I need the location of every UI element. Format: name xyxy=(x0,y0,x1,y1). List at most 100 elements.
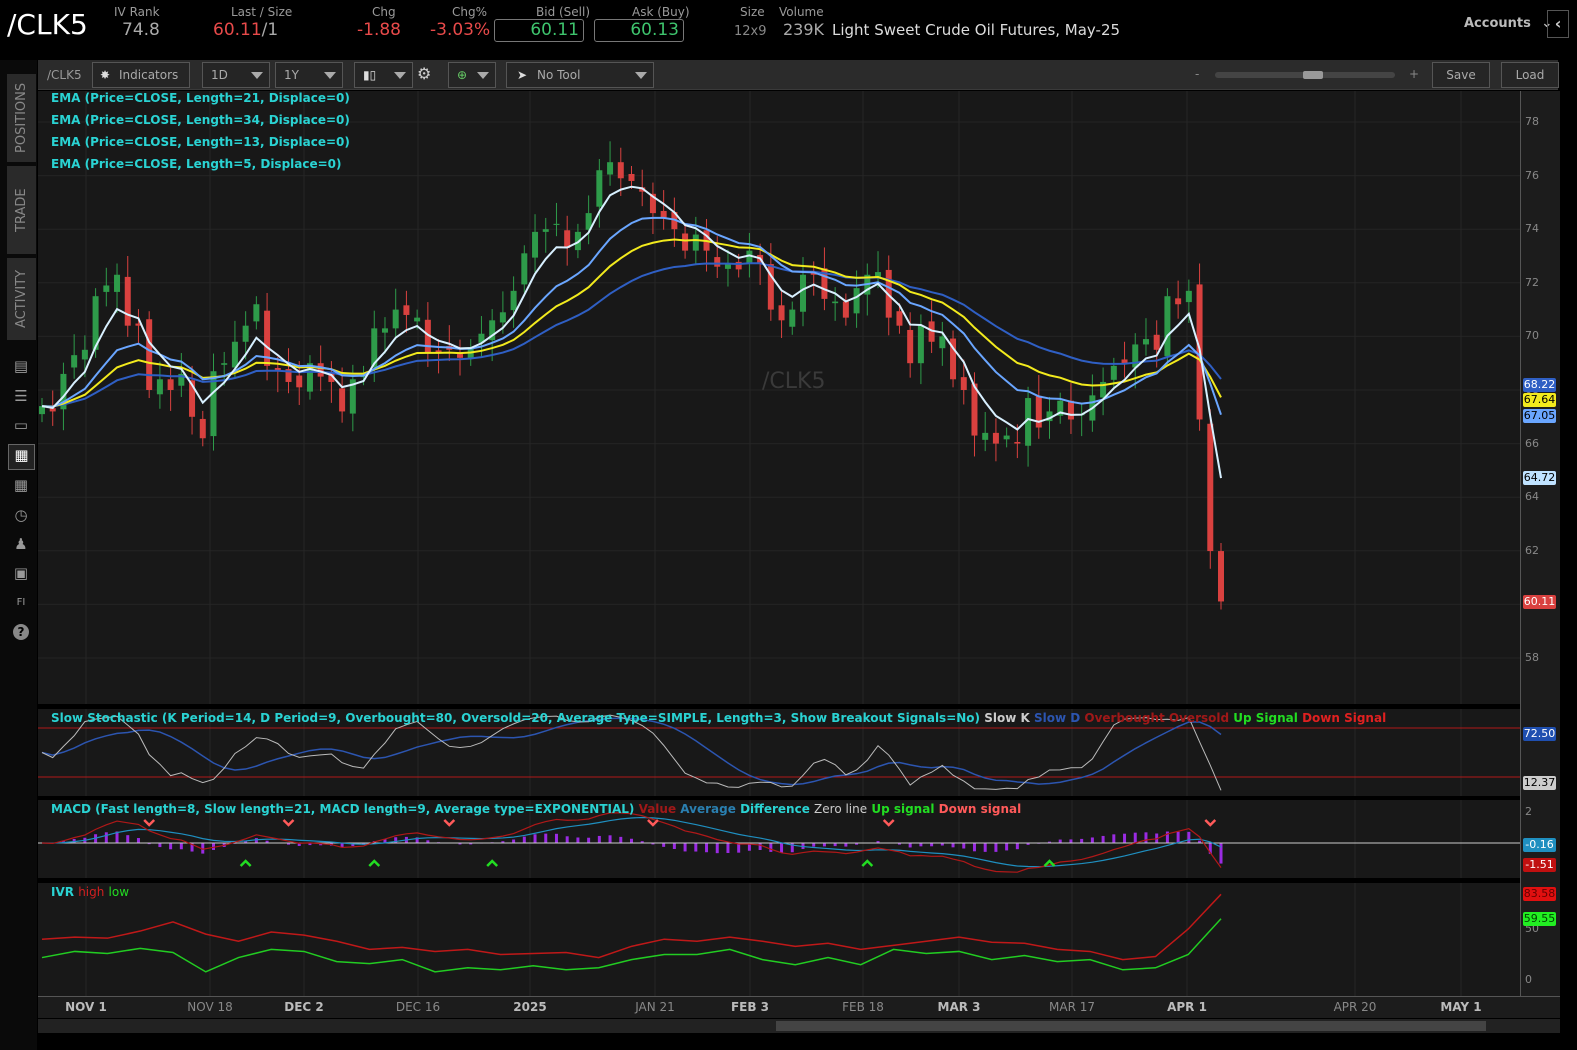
legend-oversold: Oversold xyxy=(1168,711,1230,725)
legend-ema34[interactable]: EMA (Price=CLOSE, Length=34, Displace=0) xyxy=(51,113,350,127)
candle-body xyxy=(853,288,860,314)
legend-down-signal: Down Signal xyxy=(1302,711,1387,725)
candle-body xyxy=(714,257,721,267)
legend-slow-d: Slow D xyxy=(1033,711,1081,725)
candle-body xyxy=(71,355,78,368)
down-signal-arrow xyxy=(143,819,156,827)
date-label: NOV 18 xyxy=(187,1000,233,1014)
candle-body xyxy=(939,336,946,349)
ivr-tick-0: 0 xyxy=(1525,973,1532,986)
date-label: MAY 1 xyxy=(1440,1000,1482,1014)
slow-k-tag: 12.37 xyxy=(1523,776,1556,790)
down-signal-arrow xyxy=(882,819,895,827)
candle-body xyxy=(778,305,785,321)
down-signal-arrow xyxy=(443,819,456,827)
candle-body xyxy=(960,377,967,390)
up-signal-arrow xyxy=(861,859,874,867)
legend-ema5[interactable]: EMA (Price=CLOSE, Length=5, Displace=0) xyxy=(51,157,342,171)
ema5-last-tag: 64.72 xyxy=(1523,471,1556,485)
ema34-line xyxy=(41,262,1222,408)
candle-body xyxy=(896,311,903,326)
candle-body xyxy=(103,285,110,292)
candle-body xyxy=(682,233,689,251)
symbol-watermark: /CLK5 xyxy=(762,369,826,394)
candle-body xyxy=(628,173,635,181)
legend-up-signal: Up signal xyxy=(871,802,935,816)
candle-body xyxy=(317,363,324,377)
candle-body xyxy=(617,162,624,179)
candle-body xyxy=(917,325,924,364)
candle-body xyxy=(542,229,549,232)
candle-body xyxy=(1132,344,1139,368)
up-signal-arrow xyxy=(368,859,381,867)
price-tick: 74 xyxy=(1525,222,1539,236)
date-label: MAR 3 xyxy=(937,1000,981,1014)
candle-body xyxy=(403,305,410,315)
ivr-low-line xyxy=(41,918,1222,973)
candle-body xyxy=(1164,296,1171,357)
date-label: FEB 18 xyxy=(842,1000,884,1014)
date-label: 2025 xyxy=(513,1000,547,1014)
slow-d-tag: 72.50 xyxy=(1523,727,1556,741)
legend-stochastic[interactable]: Slow Stochastic (K Period=14, D Period=9… xyxy=(51,711,1386,725)
candle-body xyxy=(114,274,121,292)
candle-body xyxy=(167,379,174,390)
candle-body xyxy=(499,312,506,323)
ivr-high-tag: 83.58 xyxy=(1523,887,1556,901)
candle-body xyxy=(124,276,131,326)
ema13-last-tag: 67.05 xyxy=(1523,409,1556,423)
date-label: JAN 21 xyxy=(635,1000,675,1014)
candle-body xyxy=(392,309,399,329)
price-tick: 78 xyxy=(1525,115,1539,128)
macd-average-tag: -0.16 xyxy=(1523,838,1556,852)
date-label: APR 1 xyxy=(1167,1000,1207,1014)
candle-body xyxy=(564,230,571,248)
date-label: MAR 17 xyxy=(1049,1000,1095,1014)
down-signal-arrow xyxy=(1204,819,1217,827)
legend-low: low xyxy=(108,885,130,899)
date-label: DEC 16 xyxy=(395,1000,441,1014)
candle-body xyxy=(231,341,238,368)
legend-ema21[interactable]: EMA (Price=CLOSE, Length=21, Displace=0) xyxy=(51,91,350,105)
date-label: APR 20 xyxy=(1333,1000,1377,1014)
legend-average: Average xyxy=(680,802,736,816)
legend-ema13[interactable]: EMA (Price=CLOSE, Length=13, Displace=0) xyxy=(51,135,350,149)
down-signal-arrow xyxy=(647,819,659,827)
macd-title: MACD (Fast length=8, Slow length=21, MAC… xyxy=(51,802,635,816)
legend-macd[interactable]: MACD (Fast length=8, Slow length=21, MAC… xyxy=(51,802,1021,816)
up-signal-arrow xyxy=(486,859,499,867)
ema21-last-tag: 67.64 xyxy=(1523,393,1556,407)
ema5-line xyxy=(41,185,1222,479)
candle-body xyxy=(296,375,303,388)
candle-body xyxy=(992,432,999,444)
candle-body xyxy=(221,363,228,365)
slow-k-line xyxy=(41,714,1222,791)
candle-body xyxy=(1175,298,1182,305)
price-tick: 70 xyxy=(1525,329,1539,343)
candle-body xyxy=(156,379,163,395)
macd-tick: 2 xyxy=(1525,805,1532,818)
legend-ivr[interactable]: IVR high low xyxy=(51,885,129,899)
down-signal-arrow xyxy=(282,819,295,827)
candle-body xyxy=(842,301,849,318)
price-tick: 66 xyxy=(1525,436,1539,450)
candle-body xyxy=(199,418,206,439)
candle-body xyxy=(381,328,388,333)
candle-body xyxy=(907,329,914,364)
candle-body xyxy=(1014,441,1021,444)
legend-difference: Difference xyxy=(740,802,810,816)
candle-body xyxy=(553,223,560,225)
legend-down-signal: Down signal xyxy=(938,802,1022,816)
price-tick: 72 xyxy=(1525,275,1539,289)
ivr-title: IVR xyxy=(51,885,74,899)
candle-body xyxy=(510,290,517,311)
candle-body xyxy=(1142,339,1149,345)
legend-overbought: Overbought xyxy=(1084,711,1165,725)
price-tick: 76 xyxy=(1525,168,1539,182)
ema13-line xyxy=(41,216,1222,416)
up-signal-arrow xyxy=(239,859,252,867)
legend-zero-line: Zero line xyxy=(814,802,868,816)
candle-body xyxy=(692,234,699,251)
date-label: FEB 3 xyxy=(730,1000,770,1014)
ema34-last-tag: 68.22 xyxy=(1523,378,1556,392)
